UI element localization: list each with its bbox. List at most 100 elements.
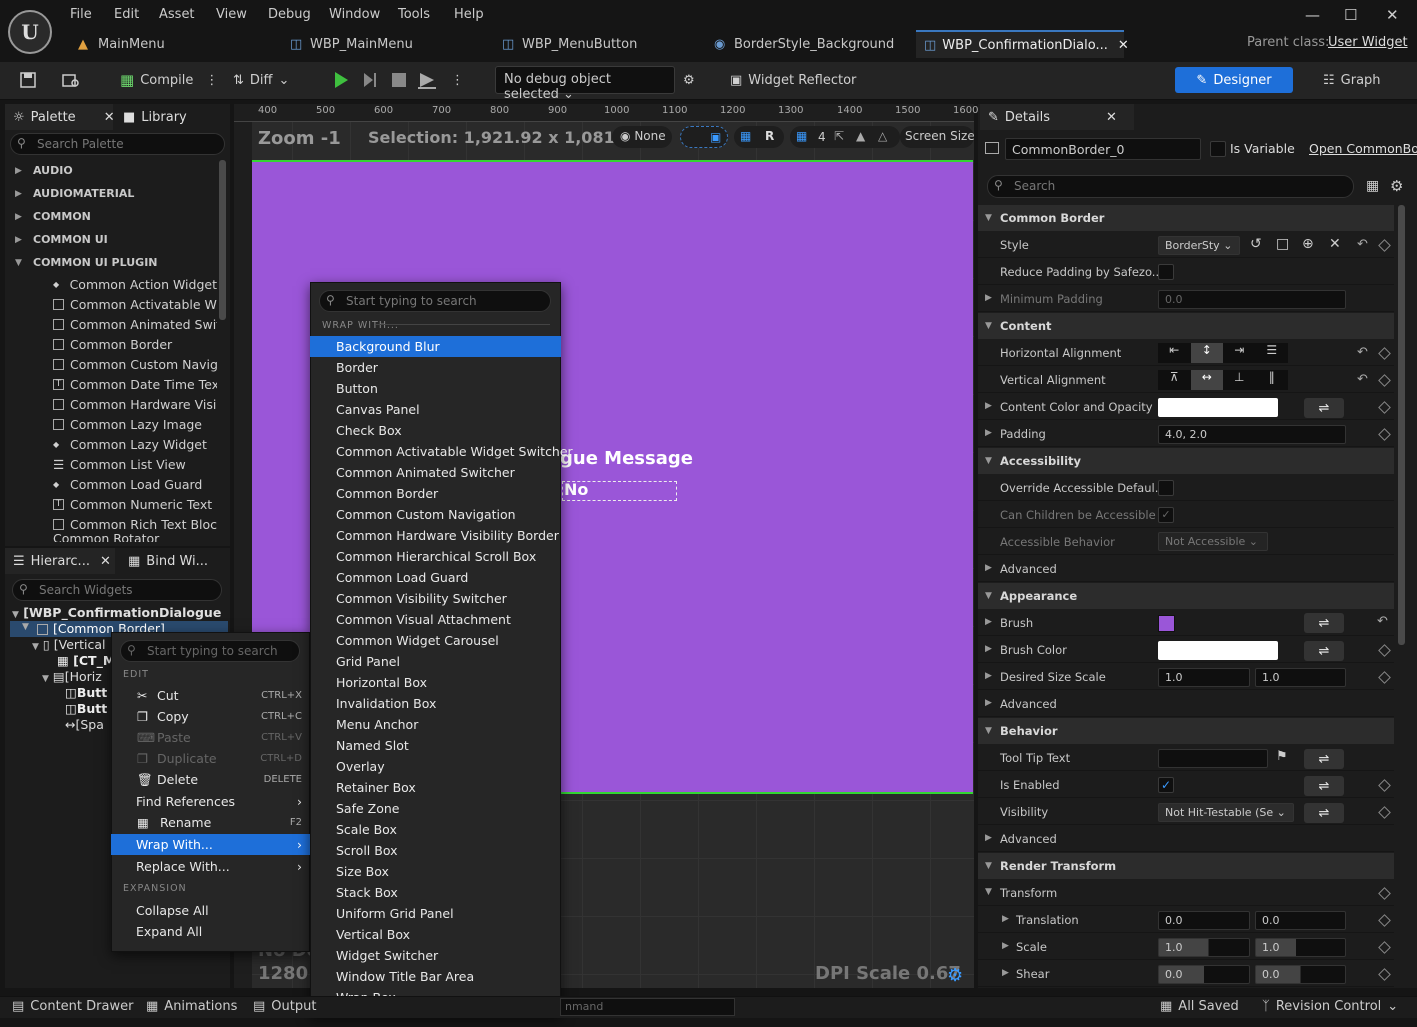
tab-mainmenu[interactable]: ▲ MainMenu bbox=[70, 30, 173, 58]
grid-settings[interactable]: ▦ 4 ⇱ ▲ △ bbox=[790, 126, 900, 148]
save-all-button[interactable]: ▦ All Saved bbox=[1160, 999, 1239, 1014]
palette-category[interactable]: ▶ COMMON bbox=[5, 205, 217, 228]
graph-mode-button[interactable]: ☷ Graph bbox=[1323, 68, 1381, 92]
wrap-option[interactable]: Common Load Guard bbox=[310, 567, 561, 588]
wrap-option[interactable]: Common Hierarchical Scroll Box bbox=[310, 546, 561, 567]
palette-item[interactable]: Common Rich Text Block bbox=[5, 514, 217, 534]
reset-icon[interactable]: ↶ bbox=[1377, 614, 1388, 629]
animations-button[interactable]: ▦ Animations bbox=[146, 999, 237, 1014]
compile-button[interactable]: ▦ Compile ⋮ bbox=[120, 68, 218, 92]
menu-tools[interactable]: Tools bbox=[398, 7, 430, 22]
tooltip-input[interactable] bbox=[1158, 749, 1268, 768]
wrap-option[interactable]: Common Activatable Widget Switcher bbox=[310, 441, 573, 462]
row-advanced-appearance[interactable]: ▶ Advanced bbox=[978, 690, 1394, 717]
widget-name-input[interactable]: CommonBorder_0 bbox=[1005, 138, 1201, 160]
debug-filter-icon[interactable]: ⚙ bbox=[683, 68, 695, 92]
align-fill-vertical-icon[interactable]: ‖ bbox=[1256, 370, 1289, 390]
maximize-icon[interactable]: ☐ bbox=[1344, 6, 1357, 24]
menu-asset[interactable]: Asset bbox=[159, 7, 195, 22]
wrap-option[interactable]: Common Visual Attachment bbox=[310, 609, 561, 630]
override-accessible-checkbox[interactable] bbox=[1158, 480, 1174, 496]
palette-item[interactable]: Common Activatable Widge bbox=[5, 294, 217, 314]
align-fill-icon[interactable]: ☰ bbox=[1256, 343, 1289, 363]
wrap-option[interactable]: Border bbox=[310, 357, 561, 378]
section-content[interactable]: ▼ Content bbox=[978, 313, 1394, 339]
wrap-option[interactable]: Uniform Grid Panel bbox=[310, 903, 561, 924]
designer-mode-button[interactable]: ✎ Designer bbox=[1175, 67, 1293, 93]
wrap-with-item[interactable]: Wrap With... › bbox=[111, 834, 310, 855]
reduce-padding-checkbox[interactable] bbox=[1158, 264, 1174, 280]
tab-wbp-menubutton[interactable]: ◫ WBP_MenuButton bbox=[494, 30, 645, 58]
wrap-option[interactable]: Common Widget Carousel bbox=[310, 630, 561, 651]
details-search-input[interactable]: Search bbox=[987, 175, 1354, 198]
align-middle-icon[interactable]: ↔ bbox=[1190, 370, 1223, 390]
align-top-icon[interactable]: ⊼ bbox=[1158, 370, 1191, 390]
clear-icon[interactable]: ✕ bbox=[1329, 236, 1341, 252]
wrap-option[interactable]: Canvas Panel bbox=[310, 399, 561, 420]
link-icon[interactable]: ⇌ bbox=[1304, 803, 1344, 823]
hierarchy-node[interactable]: ↔[Spa bbox=[65, 717, 104, 732]
stop-icon[interactable] bbox=[392, 68, 406, 92]
wrap-option[interactable]: Horizontal Box bbox=[310, 672, 561, 693]
is-enabled-checkbox[interactable]: ✓ bbox=[1158, 777, 1174, 793]
wrap-option[interactable]: Menu Anchor bbox=[310, 714, 561, 735]
section-behavior[interactable]: ▼ Behavior bbox=[978, 718, 1394, 744]
link-icon[interactable]: ⇌ bbox=[1304, 776, 1344, 796]
parent-class-link[interactable]: User Widget bbox=[1328, 35, 1408, 50]
palette-item[interactable]: ◆ Common Lazy Widget bbox=[5, 434, 217, 454]
translation-x-input[interactable]: 0.0 bbox=[1158, 911, 1250, 930]
section-appearance[interactable]: ▼ Appearance bbox=[978, 583, 1394, 609]
menu-help[interactable]: Help bbox=[454, 7, 484, 22]
wrap-option[interactable]: Scroll Box bbox=[310, 840, 561, 861]
shear-x-input[interactable]: 0.0 bbox=[1158, 965, 1250, 984]
palette-search-input[interactable]: Search Palette bbox=[10, 133, 225, 155]
content-drawer-button[interactable]: ▤ Content Drawer bbox=[12, 999, 133, 1014]
wrap-search-input[interactable]: Start typing to search bbox=[319, 290, 551, 312]
menu-edit[interactable]: Edit bbox=[114, 7, 139, 22]
wrap-option[interactable]: Named Slot bbox=[310, 735, 561, 756]
save-icon[interactable] bbox=[20, 68, 36, 92]
palette-scrollbar[interactable] bbox=[219, 160, 226, 320]
browse-folder-icon[interactable]: □ bbox=[1276, 236, 1289, 252]
step-icon[interactable] bbox=[362, 68, 378, 92]
wrap-option[interactable]: Button bbox=[310, 378, 561, 399]
find-references-item[interactable]: Find References › bbox=[111, 791, 310, 812]
debug-object-select[interactable]: No debug object selected ⌄ bbox=[495, 66, 675, 102]
hierarchy-node[interactable]: ◫Butt bbox=[65, 701, 107, 716]
revision-control-button[interactable]: ᛉ Revision Control ⌄ bbox=[1262, 999, 1398, 1014]
visibility-select[interactable]: Not Hit-Testable (Se ⌄ bbox=[1158, 803, 1294, 822]
property-matrix-icon[interactable]: ▦ bbox=[1366, 178, 1379, 194]
delete-item[interactable]: 🗑 Delete DELETE bbox=[111, 769, 310, 790]
menu-debug[interactable]: Debug bbox=[268, 7, 311, 22]
section-render-transform[interactable]: ▼ Render Transform bbox=[978, 853, 1394, 879]
menu-view[interactable]: View bbox=[216, 7, 247, 22]
can-children-checkbox[interactable]: ✓ bbox=[1158, 507, 1174, 523]
palette-item[interactable]: T Common Date Time Text B bbox=[5, 374, 217, 394]
wrap-option[interactable]: Size Box bbox=[310, 861, 561, 882]
wrap-option[interactable]: Vertical Box bbox=[310, 924, 561, 945]
scale-x-input[interactable]: 1.0 bbox=[1158, 938, 1250, 957]
align-right-icon[interactable]: ⇥ bbox=[1223, 343, 1256, 363]
close-tab-icon[interactable]: ✕ bbox=[100, 554, 111, 569]
is-variable-checkbox[interactable] bbox=[1210, 141, 1226, 157]
row-advanced-behavior[interactable]: ▶ Advanced bbox=[978, 825, 1394, 852]
hierarchy-node[interactable]: ▼ ▯ [Vertical bbox=[32, 637, 105, 652]
tab-bind-widgets[interactable]: ▦ Bind Wi... bbox=[120, 548, 216, 574]
tab-wbp-confirmationdialogue[interactable]: ◫ WBP_ConfirmationDialo... ✕ bbox=[916, 30, 1129, 58]
wrap-option[interactable]: Stack Box bbox=[310, 882, 561, 903]
console-command-input[interactable]: nmand bbox=[560, 998, 735, 1016]
more-options-icon[interactable]: ⋮ bbox=[205, 73, 218, 88]
dialogue-message-text[interactable]: gue Message bbox=[560, 448, 693, 469]
style-asset-select[interactable]: BorderSty ⌄ bbox=[1158, 236, 1240, 255]
translation-y-input[interactable]: 0.0 bbox=[1255, 911, 1346, 930]
copy-item[interactable]: ❐ Copy CTRL+C bbox=[111, 706, 310, 727]
palette-item[interactable]: Common Border bbox=[5, 334, 217, 354]
expand-all-item[interactable]: Expand All bbox=[111, 921, 310, 942]
rename-item[interactable]: ▦ Rename F2 bbox=[111, 812, 310, 833]
reset-icon[interactable]: ↶ bbox=[1357, 345, 1368, 360]
wrap-option[interactable]: Invalidation Box bbox=[310, 693, 561, 714]
paste-item[interactable]: ⌨ Paste CTRL+V bbox=[111, 727, 310, 748]
tab-borderstyle-background[interactable]: ◉ BorderStyle_Background bbox=[706, 30, 902, 58]
link-icon[interactable]: ⇌ bbox=[1304, 398, 1344, 418]
tab-palette[interactable]: ☼ Palette ✕ bbox=[5, 104, 115, 130]
